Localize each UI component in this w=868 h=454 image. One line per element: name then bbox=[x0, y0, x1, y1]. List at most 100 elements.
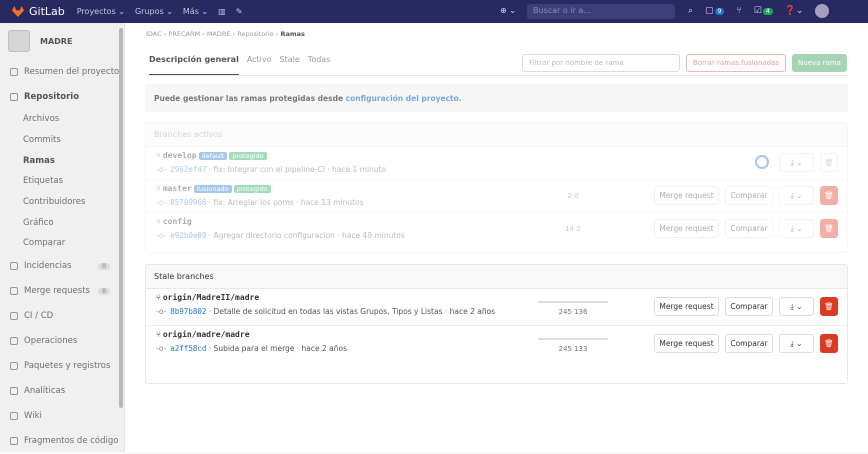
sidebar-item-analytics[interactable]: Analíticas bbox=[0, 379, 124, 404]
doc-icon bbox=[10, 92, 18, 101]
compare-button[interactable]: Comparar bbox=[725, 334, 773, 353]
sidebar-item-packages[interactable]: Paquetes y registros bbox=[0, 354, 124, 379]
new-item-icon[interactable]: ⊕ ⌄ bbox=[500, 6, 516, 15]
new-branch-button[interactable]: Nueva rama bbox=[792, 54, 847, 72]
mr-count: 0 bbox=[98, 287, 110, 295]
sidebar-sub-files[interactable]: Archivos bbox=[0, 109, 124, 130]
divergence-bar bbox=[538, 301, 608, 303]
project-header[interactable]: MADRE bbox=[0, 23, 124, 59]
protected-branches-alert: Puede gestionar las ramas protegidas des… bbox=[145, 84, 848, 112]
branch-row: ⑂ master fusionado protegido -o- 85709966 · … bbox=[146, 180, 847, 213]
commit-message: · Subida para el merge · hace 2 años bbox=[206, 344, 348, 353]
user-avatar[interactable] bbox=[815, 4, 830, 18]
gitlab-logo[interactable]: GitLab bbox=[12, 5, 65, 18]
delete-branch-button[interactable]: 🗑 bbox=[820, 297, 838, 316]
nav-more[interactable]: Más ⌄ bbox=[183, 7, 208, 16]
project-sidebar: MADRE Resumen del proyecto Repositorio A… bbox=[0, 23, 125, 452]
gitlab-fox-icon bbox=[12, 6, 24, 17]
sidebar-item-wiki[interactable]: Wiki bbox=[0, 404, 124, 429]
commit-sha[interactable]: 2962efd7 bbox=[170, 165, 206, 174]
sidebar-item-operations[interactable]: Operaciones bbox=[0, 329, 124, 354]
delete-merged-branches-button[interactable]: Borrar ramas fusionadas bbox=[686, 54, 786, 72]
merge-requests-icon[interactable]: ⑂ bbox=[736, 6, 741, 16]
delete-branch-button[interactable]: 🗑 bbox=[820, 153, 838, 172]
sidebar-sub-contributors[interactable]: Contribuidores bbox=[0, 192, 124, 213]
search-input[interactable]: Buscar o ir a... bbox=[527, 4, 675, 19]
alert-text: Puede gestionar las ramas protegidas des… bbox=[154, 94, 346, 103]
tab-active[interactable]: Activo bbox=[247, 55, 272, 76]
pipeline-status-icon[interactable] bbox=[755, 155, 769, 169]
merge-request-button[interactable]: Merge request bbox=[654, 297, 719, 316]
download-dropdown[interactable]: ⤓ ⌄ bbox=[779, 334, 814, 353]
merge-request-button[interactable]: Merge request bbox=[654, 219, 719, 238]
merged-label: fusionado bbox=[193, 185, 232, 193]
branch-name[interactable]: origin/MadreII/madre bbox=[163, 293, 259, 302]
branch-row: ⑂ origin/madre/madre -o-a2ff58cd · Subida… bbox=[146, 326, 847, 363]
sidebar-item-cicd[interactable]: CI / CD bbox=[0, 304, 124, 329]
compare-button[interactable]: Comparar bbox=[725, 186, 773, 205]
cloud-icon bbox=[10, 337, 18, 346]
download-dropdown[interactable]: ⤓ ⌄ bbox=[779, 219, 814, 238]
nav-groups[interactable]: Grupos ⌄ bbox=[135, 7, 173, 16]
issues-count-badge: 9 bbox=[714, 8, 725, 15]
tab-stale[interactable]: Stale bbox=[280, 55, 300, 76]
branch-name[interactable]: origin/madre/madre bbox=[163, 330, 250, 339]
crumb-madre[interactable]: MADRE bbox=[207, 30, 231, 38]
sidebar-item-overview[interactable]: Resumen del proyecto bbox=[0, 59, 124, 84]
tab-all[interactable]: Todas bbox=[308, 55, 331, 76]
delete-branch-button[interactable]: 🗑 bbox=[820, 219, 838, 238]
download-dropdown[interactable]: ⤓ ⌄ bbox=[779, 297, 814, 316]
branch-name[interactable]: master bbox=[163, 184, 192, 193]
commit-sha[interactable]: e92b0e09 bbox=[170, 231, 206, 240]
issues-count: 0 bbox=[98, 262, 110, 270]
crumb-precarm[interactable]: PRECARM bbox=[168, 30, 200, 38]
stale-branches-title: Stale branches bbox=[146, 265, 847, 289]
search-icon[interactable]: ⌕ bbox=[688, 6, 693, 16]
branch-filter-input[interactable]: Filtrar por nombre de rama bbox=[522, 54, 680, 72]
commit-sha[interactable]: 85709966 bbox=[170, 198, 206, 207]
chart-icon bbox=[10, 387, 18, 396]
admin-wrench-icon[interactable]: ✎ bbox=[236, 7, 243, 16]
commit-sha[interactable]: a2ff58cd bbox=[170, 344, 206, 353]
branch-name[interactable]: develop bbox=[163, 151, 197, 160]
active-branches-card: Branches activos ⑂ develop default protegid… bbox=[145, 122, 848, 253]
sidebar-item-issues[interactable]: Incidencias 0 bbox=[0, 254, 124, 279]
sidebar-item-label: Incidencias bbox=[24, 261, 72, 272]
sidebar-sub-branches[interactable]: Ramas bbox=[0, 150, 124, 171]
protected-label: protegido bbox=[229, 152, 267, 160]
compare-button[interactable]: Comparar bbox=[725, 219, 773, 238]
sidebar-sub-graph[interactable]: Gráfico bbox=[0, 212, 124, 233]
download-dropdown[interactable]: ⤓ ⌄ bbox=[779, 153, 814, 172]
merge-request-button[interactable]: Merge request bbox=[654, 186, 719, 205]
crumb-branches[interactable]: Ramas bbox=[280, 30, 304, 38]
help-icon[interactable]: ❓⌄ bbox=[785, 6, 804, 16]
divergence-count: 245 133 bbox=[558, 345, 588, 353]
branch-name[interactable]: config bbox=[163, 217, 192, 226]
crumb-idac[interactable]: IDAC bbox=[146, 30, 162, 38]
sidebar-sub-tags[interactable]: Etiquetas bbox=[0, 171, 124, 192]
download-dropdown[interactable]: ⤓ ⌄ bbox=[779, 186, 814, 205]
active-branches-title: Branches activos bbox=[146, 123, 847, 147]
sidebar-sub-commits[interactable]: Commits bbox=[0, 130, 124, 151]
sidebar-item-repository[interactable]: Repositorio bbox=[0, 84, 124, 109]
branch-tabs: Descripción general Activo Stale Todas bbox=[149, 55, 330, 76]
commit-sha[interactable]: 8b97b802 bbox=[170, 307, 206, 316]
sidebar-sub-compare[interactable]: Comparar bbox=[0, 233, 124, 254]
home-icon bbox=[10, 67, 18, 76]
nav-projects[interactable]: Proyectos ⌄ bbox=[77, 7, 125, 16]
book-icon bbox=[10, 412, 18, 421]
sidebar-item-snippets[interactable]: Fragmentos de código bbox=[0, 429, 124, 454]
sidebar-scrollbar[interactable] bbox=[119, 28, 123, 408]
delete-branch-button[interactable]: 🗑 bbox=[820, 186, 838, 205]
todos-icon[interactable]: ☑ 4 bbox=[754, 6, 773, 16]
sidebar-item-merge-requests[interactable]: Merge requests 0 bbox=[0, 279, 124, 304]
project-settings-link[interactable]: configuración del proyecto. bbox=[346, 94, 462, 103]
tab-overview[interactable]: Descripción general bbox=[149, 55, 239, 76]
issues-icon[interactable]: ▢ 9 bbox=[705, 6, 725, 16]
sidebar-item-label: CI / CD bbox=[24, 311, 54, 322]
delete-branch-button[interactable]: 🗑 bbox=[820, 334, 838, 353]
compare-button[interactable]: Comparar bbox=[725, 297, 773, 316]
crumb-repository[interactable]: Repositorio bbox=[237, 30, 274, 38]
activity-chart-icon[interactable]: ▥ bbox=[218, 7, 226, 16]
merge-request-button[interactable]: Merge request bbox=[654, 334, 719, 353]
